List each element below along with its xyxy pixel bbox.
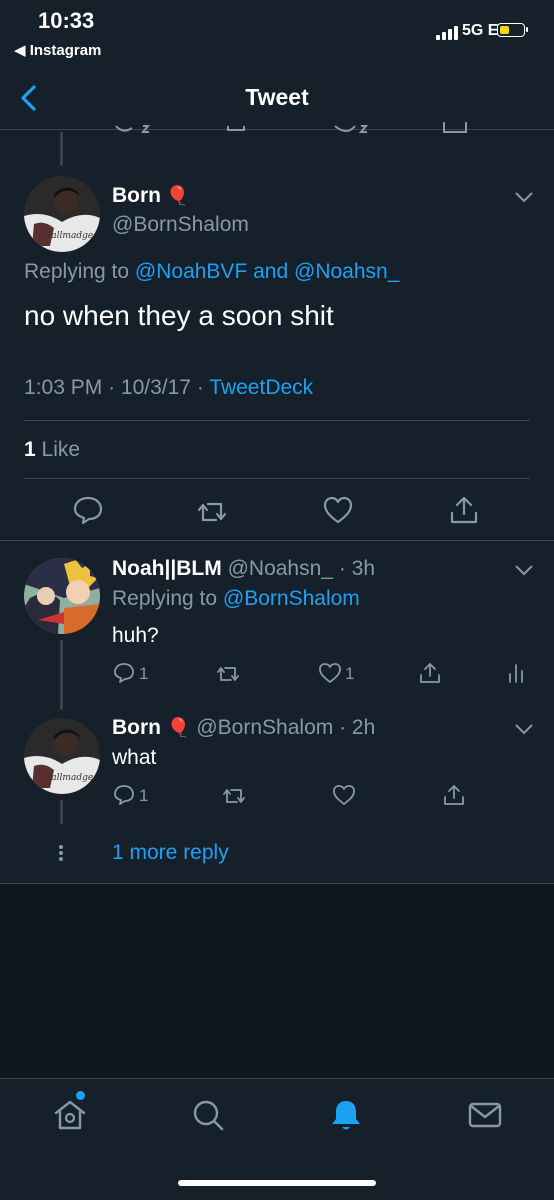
notifications-icon[interactable]	[328, 1097, 364, 1133]
ellipsis-icon	[59, 845, 63, 861]
back-to-app-link[interactable]: ◀ Instagram	[14, 41, 101, 59]
tweet-age: 2h	[351, 716, 376, 739]
divider	[24, 420, 530, 421]
meta-separator: ·	[196, 376, 204, 399]
analytics-icon[interactable]	[504, 661, 528, 685]
mention-bornshalom[interactable]: @BornShalom	[223, 587, 360, 610]
balloon-emoji: 🎈	[166, 718, 191, 739]
tweet-age: 3h	[351, 557, 376, 580]
avatar-born[interactable]: Tallmadge	[24, 718, 100, 794]
likes-count: 1	[24, 438, 36, 461]
author-name[interactable]: Noah||BLM	[112, 557, 222, 580]
empty-area	[0, 884, 554, 1078]
replying-to: Replying to @NoahBVF and @Noahsn_	[24, 260, 399, 284]
replying-prefix: Replying to	[24, 260, 130, 283]
author-handle[interactable]: @Noahsn_	[228, 557, 333, 580]
reply-icon[interactable]	[112, 783, 136, 807]
tweet-source[interactable]: TweetDeck	[209, 376, 313, 399]
page-title: Tweet	[245, 84, 309, 110]
avatar-image: Tallmadge	[24, 176, 100, 252]
partial-action-icons	[115, 122, 467, 133]
tweet-meta: 1:03 PM · 10/3/17 · TweetDeck	[24, 376, 313, 400]
chevron-down-icon[interactable]	[514, 190, 534, 204]
tweet-date: 10/3/17	[120, 376, 191, 399]
mention-noahbvf[interactable]: @NoahBVF	[135, 260, 247, 283]
likes-label: Like	[41, 438, 81, 461]
reply-icon[interactable]	[112, 661, 136, 685]
meta-separator: ·	[108, 376, 116, 399]
chevron-down-icon[interactable]	[514, 722, 534, 736]
previous-tweet-actions	[0, 118, 554, 138]
home-icon[interactable]	[52, 1097, 88, 1133]
mention-noahsn[interactable]: @Noahsn_	[294, 260, 399, 283]
retweet-icon[interactable]	[222, 784, 246, 808]
reply-icon[interactable]	[72, 494, 104, 526]
author-name[interactable]: Born	[112, 716, 161, 739]
like-icon[interactable]	[318, 661, 342, 685]
home-indicator[interactable]	[178, 1180, 376, 1186]
tweet-text: no when they a soon shit	[24, 300, 334, 331]
battery-icon	[497, 23, 528, 37]
age-separator: ·	[332, 557, 352, 580]
share-icon[interactable]	[418, 661, 442, 685]
svg-text:Tallmadge: Tallmadge	[46, 773, 93, 783]
author-name[interactable]: Born	[112, 184, 161, 207]
retweet-icon[interactable]	[196, 496, 228, 528]
likes-summary[interactable]: 1 Like	[24, 438, 80, 462]
tweet-text: what	[112, 746, 157, 769]
share-icon[interactable]	[448, 494, 480, 526]
tweet-time: 1:03 PM	[24, 376, 103, 399]
more-replies-link[interactable]: 1 more reply	[112, 841, 229, 865]
search-icon[interactable]	[190, 1097, 226, 1133]
avatar-image	[24, 558, 100, 634]
signal-icon	[436, 26, 460, 40]
chevron-down-icon[interactable]	[514, 563, 534, 577]
replying-prefix: Replying to	[112, 587, 218, 610]
thread-line	[60, 800, 63, 824]
divider	[24, 478, 530, 479]
network-type: 5G E	[462, 22, 499, 39]
status-time: 10:33	[38, 8, 95, 33]
reply-count: 1	[139, 786, 149, 805]
avatar-image: Tallmadge	[24, 718, 100, 794]
thread-line-top	[60, 132, 63, 166]
avatar-noah[interactable]	[24, 558, 100, 634]
thread-line	[60, 640, 63, 710]
reply-count: 1	[139, 664, 149, 683]
messages-icon[interactable]	[467, 1097, 503, 1133]
avatar-born[interactable]: Tallmadge	[24, 176, 100, 252]
new-content-dot	[76, 1091, 85, 1100]
author-handle[interactable]: @BornShalom	[112, 213, 249, 237]
divider	[0, 540, 554, 541]
share-icon[interactable]	[442, 783, 466, 807]
svg-text:Tallmadge: Tallmadge	[46, 231, 93, 241]
retweet-icon[interactable]	[216, 662, 240, 686]
balloon-emoji: 🎈	[165, 186, 190, 207]
replying-and: and	[253, 260, 289, 283]
like-icon[interactable]	[332, 783, 356, 807]
status-bar: 10:33 ◀ Instagram 5G E	[0, 0, 554, 70]
like-icon[interactable]	[322, 494, 354, 526]
age-separator: ·	[333, 716, 352, 739]
author-handle[interactable]: @BornShalom	[196, 716, 333, 739]
like-count: 1	[345, 664, 355, 683]
tweet-text: huh?	[112, 624, 159, 647]
